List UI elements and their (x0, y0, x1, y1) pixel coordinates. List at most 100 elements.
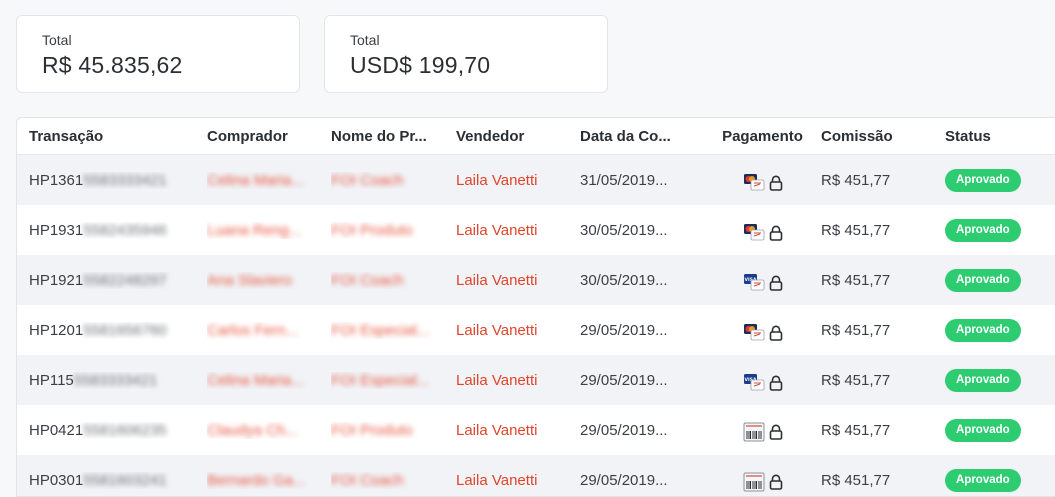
status-badge[interactable]: Aprovado (945, 318, 1021, 342)
transaction-id[interactable]: HP1155583333421 (17, 372, 207, 389)
transaction-id[interactable]: HP13615583333421 (17, 172, 207, 189)
seller-name[interactable]: Laila Vanetti (456, 222, 580, 239)
header-comprador[interactable]: Comprador (207, 128, 331, 145)
transaction-id-hidden: 5583333421 (83, 171, 167, 189)
commission-value: R$ 451,77 (821, 421, 891, 439)
product-name[interactable]: FOI Produto (331, 422, 456, 439)
status-cell: Aprovado (945, 468, 1045, 492)
table-row[interactable]: HP19315582435946 Luana Reng... FOI Produ… (17, 205, 1055, 255)
transaction-id-hidden: 5582248297 (83, 271, 167, 289)
payment-method (704, 315, 821, 345)
status-badge[interactable]: Aprovado (945, 418, 1021, 442)
buyer-name[interactable]: Ana Slaviero (207, 272, 331, 289)
commission-value: R$ 451,77 (821, 221, 891, 239)
table-row[interactable]: HP19215582248297 Ana Slaviero FOI Coach … (17, 255, 1055, 305)
payment-method (704, 215, 821, 245)
seller-name[interactable]: Laila Vanetti (456, 272, 580, 289)
payment-method (704, 414, 821, 446)
total-usd-card: Total USD$ 199,70 (324, 15, 608, 93)
mastercard-icon (743, 323, 765, 341)
purchase-date: 31/05/2019... (580, 171, 668, 189)
status-badge[interactable]: Aprovado (945, 218, 1021, 242)
seller-name[interactable]: Laila Vanetti (456, 322, 580, 339)
boleto-icon (743, 472, 765, 492)
purchase-date: 29/05/2019... (580, 321, 668, 339)
payment-method: VISA (704, 365, 821, 395)
product-name[interactable]: FOI Especial... (331, 322, 456, 339)
status-cell: Aprovado (945, 218, 1045, 242)
header-status[interactable]: Status (945, 128, 1045, 145)
product-name[interactable]: FOI Especial... (331, 372, 456, 389)
visa-icon: VISA (743, 373, 765, 391)
seller-name[interactable]: Laila Vanetti (456, 422, 580, 439)
transaction-id[interactable]: HP19315582435946 (17, 222, 207, 239)
purchase-date: 30/05/2019... (580, 271, 668, 289)
transaction-id-hidden: 5581606235 (83, 421, 167, 439)
product-name[interactable]: FOI Coach (331, 272, 456, 289)
table-row[interactable]: HP1155583333421 Celina Maria... FOI Espe… (17, 355, 1055, 405)
transaction-id[interactable]: HP03015581603241 (17, 472, 207, 489)
table-header: Transação Comprador Nome do Pr... Vended… (17, 118, 1055, 155)
transactions-table: Transação Comprador Nome do Pr... Vended… (16, 117, 1055, 497)
buyer-name[interactable]: Celina Maria... (207, 172, 331, 189)
status-badge[interactable]: Aprovado (945, 468, 1021, 492)
status-cell: Aprovado (945, 168, 1045, 192)
header-nome-produto[interactable]: Nome do Pr... (331, 128, 456, 145)
header-vendedor[interactable]: Vendedor (456, 128, 580, 145)
mastercard-icon (743, 173, 765, 191)
purchase-date: 29/05/2019... (580, 421, 668, 439)
buyer-name[interactable]: Carlos Fern... (207, 322, 331, 339)
purchase-date: 29/05/2019... (580, 471, 668, 489)
buyer-name[interactable]: Claudya Ch... (207, 422, 331, 439)
product-name[interactable]: FOI Coach (331, 172, 456, 189)
commission-value: R$ 451,77 (821, 371, 891, 389)
commission-value: R$ 451,77 (821, 321, 891, 339)
lock-icon (769, 474, 782, 490)
lock-icon (769, 325, 782, 341)
product-name[interactable]: FOI Coach (331, 472, 456, 489)
purchase-date: 29/05/2019... (580, 371, 668, 389)
payment-method: VISA (704, 265, 821, 295)
table-row[interactable]: HP13615583333421 Celina Maria... FOI Coa… (17, 155, 1055, 205)
table-row[interactable]: HP12015581656760 Carlos Fern... FOI Espe… (17, 305, 1055, 355)
transaction-id-hidden: 5582435946 (83, 221, 167, 239)
totals-cards: Total R$ 45.835,62 Total USD$ 199,70 (16, 15, 608, 93)
lock-icon (769, 375, 782, 391)
purchase-date: 30/05/2019... (580, 221, 668, 239)
product-name[interactable]: FOI Produto (331, 222, 456, 239)
status-cell: Aprovado (945, 418, 1045, 442)
boleto-icon (743, 422, 765, 442)
payment-method (704, 165, 821, 195)
status-badge[interactable]: Aprovado (945, 268, 1021, 292)
lock-icon (769, 225, 782, 241)
status-badge[interactable]: Aprovado (945, 368, 1021, 392)
status-cell: Aprovado (945, 268, 1045, 292)
header-data[interactable]: Data da Co... (580, 128, 704, 145)
header-pagamento[interactable]: Pagamento (704, 128, 821, 145)
commission-value: R$ 451,77 (821, 171, 891, 189)
commission-value: R$ 451,77 (821, 471, 891, 489)
buyer-name[interactable]: Celina Maria... (207, 372, 331, 389)
seller-name[interactable]: Laila Vanetti (456, 372, 580, 389)
transaction-id[interactable]: HP12015581656760 (17, 322, 207, 339)
table-row[interactable]: HP03015581603241 Bernardo Ga... FOI Coac… (17, 455, 1055, 496)
seller-name[interactable]: Laila Vanetti (456, 472, 580, 489)
total-usd-label: Total (350, 32, 380, 48)
transaction-id[interactable]: HP19215582248297 (17, 272, 207, 289)
total-brl-label: Total (42, 32, 72, 48)
header-comissao[interactable]: Comissão (821, 128, 945, 145)
transaction-id-hidden: 5581603241 (83, 471, 167, 489)
status-badge[interactable]: Aprovado (945, 168, 1021, 192)
commission-value: R$ 451,77 (821, 271, 891, 289)
lock-icon (769, 275, 782, 291)
table-row[interactable]: HP04215581606235 Claudya Ch... FOI Produ… (17, 405, 1055, 455)
seller-name[interactable]: Laila Vanetti (456, 172, 580, 189)
table-body: HP13615583333421 Celina Maria... FOI Coa… (17, 155, 1055, 496)
buyer-name[interactable]: Bernardo Ga... (207, 472, 331, 489)
buyer-name[interactable]: Luana Reng... (207, 222, 331, 239)
total-brl-card: Total R$ 45.835,62 (16, 15, 300, 93)
transaction-id[interactable]: HP04215581606235 (17, 422, 207, 439)
payment-method (704, 464, 821, 496)
header-transacao[interactable]: Transação (17, 128, 207, 145)
lock-icon (769, 175, 782, 191)
